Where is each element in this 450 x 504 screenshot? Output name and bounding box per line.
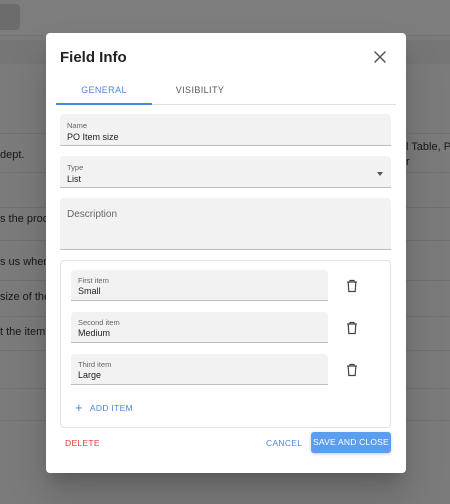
list-item-field[interactable]: Third item Large — [71, 354, 328, 385]
tab-visibility[interactable]: VISIBILITY — [152, 79, 248, 105]
list-item-value: Medium — [78, 328, 111, 338]
list-item-field[interactable]: First item Small — [71, 270, 328, 301]
cancel-button[interactable]: CANCEL — [266, 438, 302, 448]
dialog-title: Field Info — [60, 49, 127, 66]
close-icon — [374, 51, 386, 63]
name-field-label: Name — [67, 121, 88, 130]
type-select-value: List — [67, 174, 82, 184]
plus-icon: + — [75, 400, 83, 415]
delete-item-button[interactable] — [345, 321, 359, 335]
delete-item-button[interactable] — [345, 363, 359, 377]
list-item-label: Third item — [78, 360, 112, 369]
list-item-field[interactable]: Second item Medium — [71, 312, 328, 343]
list-items-section: First item Small Second item Medium Thir… — [60, 260, 391, 428]
description-field[interactable]: Description — [60, 198, 391, 250]
description-placeholder: Description — [67, 209, 118, 220]
type-select-label: Type — [67, 163, 84, 172]
list-item-value: Large — [78, 370, 102, 380]
list-item-value: Small — [78, 286, 101, 296]
tab-general[interactable]: GENERAL — [56, 79, 152, 105]
close-button[interactable] — [372, 49, 388, 65]
name-field-value: PO Item size — [67, 132, 119, 142]
delete-button[interactable]: DELETE — [65, 438, 100, 448]
type-select[interactable]: Type List — [60, 156, 391, 188]
trash-icon — [347, 321, 357, 335]
save-and-close-button[interactable]: SAVE AND CLOSE — [311, 432, 391, 453]
tab-bar: GENERAL VISIBILITY — [56, 79, 396, 105]
add-item-button[interactable]: + ADD ITEM — [75, 401, 133, 415]
delete-item-button[interactable] — [345, 279, 359, 293]
add-item-label: ADD ITEM — [89, 403, 133, 413]
dropdown-arrow-icon — [377, 172, 383, 176]
trash-icon — [347, 363, 357, 377]
name-field[interactable]: Name PO Item size — [60, 114, 391, 146]
active-tab-indicator — [56, 103, 152, 105]
field-info-dialog: Field Info GENERAL VISIBILITY Name PO It… — [46, 33, 406, 473]
list-item-label: First item — [78, 276, 109, 285]
list-item-label: Second item — [78, 318, 120, 327]
trash-icon — [347, 279, 357, 293]
